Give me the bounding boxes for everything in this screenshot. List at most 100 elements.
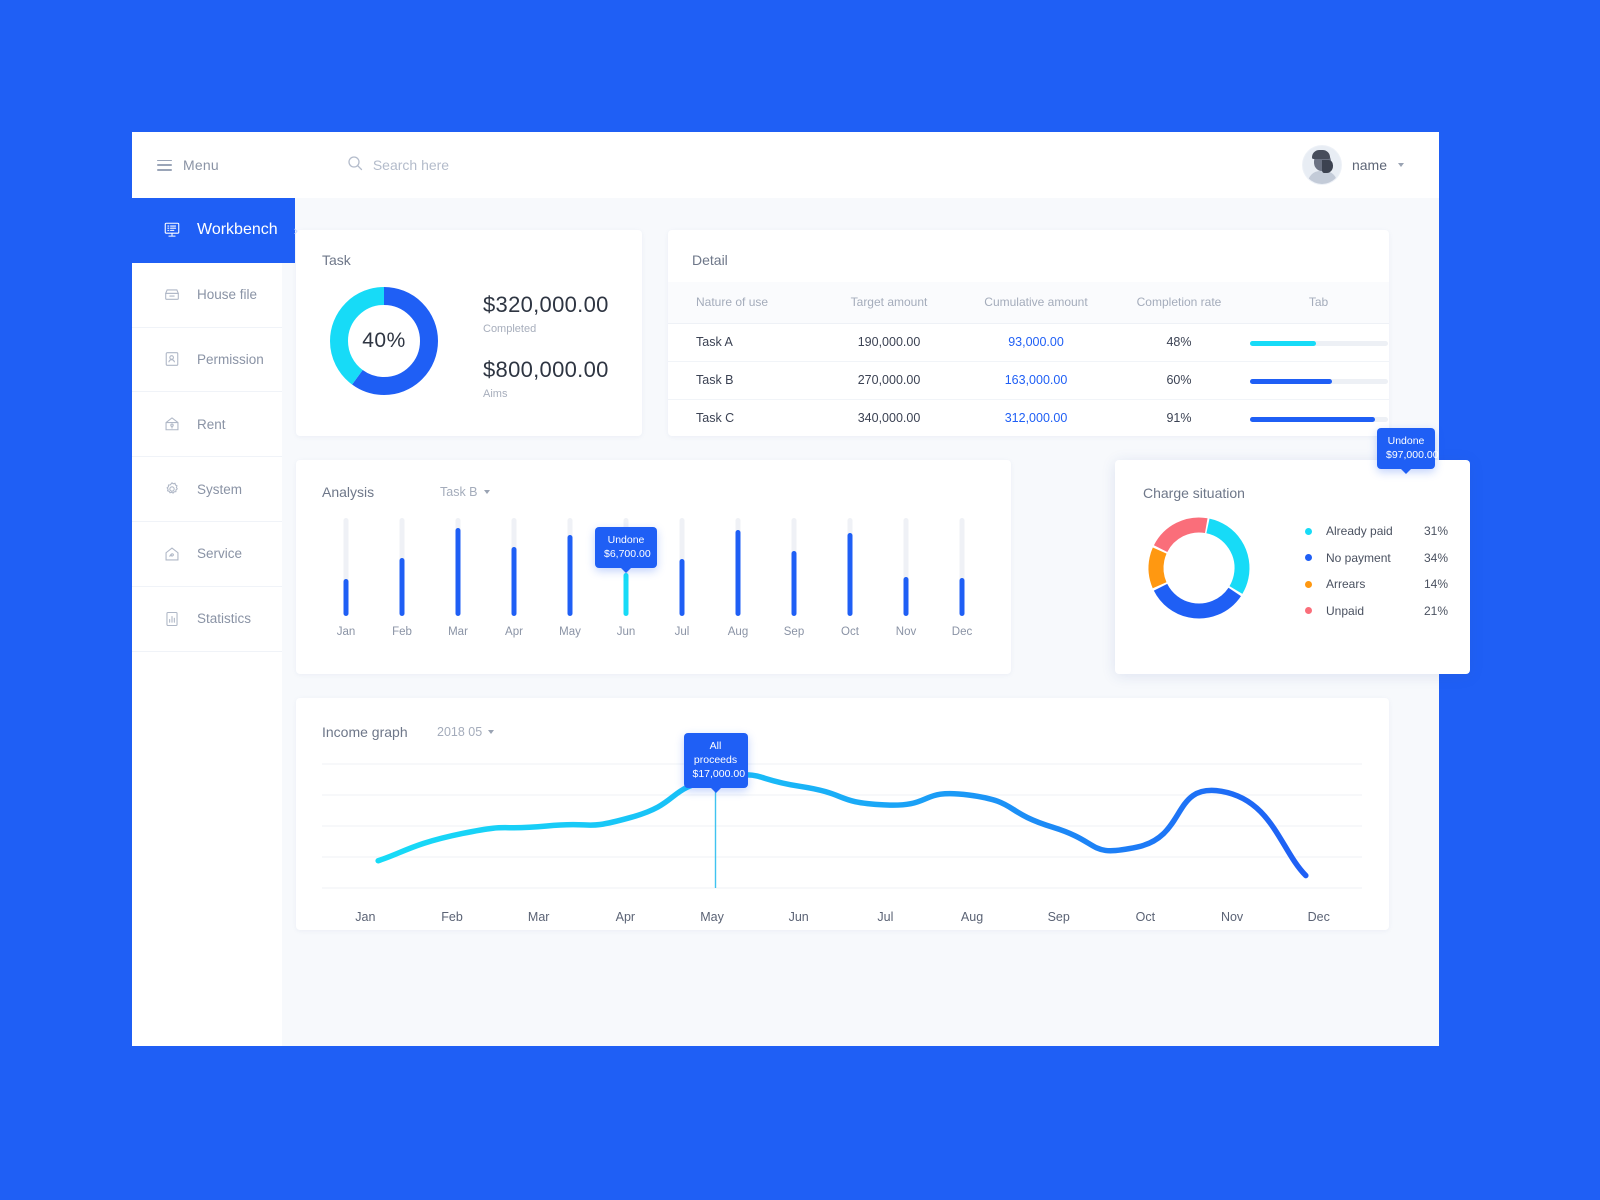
income-axis-label: Jul	[877, 910, 894, 924]
card-title: Analysis	[322, 484, 375, 500]
legend-color-dot	[1305, 580, 1312, 588]
menu-button[interactable]: Menu	[157, 157, 219, 173]
sidebar-item-label: Statistics	[197, 611, 252, 627]
tooltip-all-proceeds: All proceeds $17,000.00	[683, 732, 748, 789]
cell-completion-rate: 91%	[1166, 411, 1192, 426]
column-header-target: Target amount	[816, 282, 962, 324]
progress-bar	[1249, 417, 1388, 423]
search-input[interactable]	[372, 157, 613, 173]
bar-fill	[847, 532, 853, 616]
sidebar-item-rent[interactable]: Rent	[132, 392, 282, 458]
chevron-right-icon: ›	[293, 222, 298, 238]
column-header-tab: Tab	[1248, 282, 1389, 324]
legend-label: Unpaid	[1326, 603, 1365, 618]
bar-column[interactable]	[822, 518, 878, 616]
sidebar-item-permission[interactable]: Permission	[132, 328, 282, 393]
bar-column[interactable]	[934, 518, 990, 616]
chevron-down-icon	[483, 490, 490, 494]
hamburger-icon	[157, 159, 172, 171]
analysis-select-value: Task B	[440, 485, 478, 499]
stat-value: $320,000.00	[483, 292, 609, 317]
bar-column[interactable]	[486, 518, 542, 616]
legend-percent: 14%	[1424, 577, 1449, 592]
income-axis-label: Aug	[960, 910, 984, 924]
table-body: Task A 190,000.00 93,000.00 48% Task B 270,00…	[668, 323, 1389, 437]
bar-column[interactable]	[542, 518, 598, 616]
bar-fill	[735, 529, 741, 616]
cell-nature: Task B	[668, 361, 816, 400]
bar-column[interactable]	[430, 518, 486, 616]
column-header-nature: Nature of use	[668, 282, 816, 324]
cell-nature: Task A	[668, 323, 816, 362]
bar-axis-label: Sep	[783, 626, 805, 638]
legend-row[interactable]: Arrears 14%	[1305, 571, 1448, 598]
table-header-row: Nature of use Target amount Cumulative a…	[668, 282, 1389, 324]
sidebar-item-label: House file	[197, 287, 258, 303]
bar-column[interactable]	[374, 518, 430, 616]
income-axis-label: Feb	[441, 910, 463, 924]
user-name-label: name	[1351, 157, 1387, 173]
top-bar: Menu name	[132, 132, 1439, 198]
sidebar-item-service[interactable]: Service	[132, 522, 282, 587]
card-title: Task	[322, 252, 351, 268]
sidebar-item-label: Service	[197, 546, 243, 562]
income-x-axis-labels: Jan Feb Mar Apr May Jun Jul Aug Sep Oct Nov Dec	[322, 910, 1362, 924]
column-header-cumulative: Cumulative amount	[962, 282, 1110, 324]
bar-fill	[679, 559, 685, 616]
table-row[interactable]: Task A 190,000.00 93,000.00 48%	[668, 323, 1389, 362]
bar-axis-label: Oct	[841, 626, 859, 638]
legend-row[interactable]: Already paid 31%	[1305, 518, 1448, 545]
bar-column[interactable]	[766, 518, 822, 616]
income-chart-svg	[322, 763, 1362, 889]
cell-progress	[1248, 399, 1389, 437]
bar-axis-label: Aug	[727, 626, 749, 638]
sidebar-item-house-file[interactable]: House file	[132, 263, 282, 328]
income-axis-label: Nov	[1220, 910, 1244, 924]
bar-fill	[791, 551, 797, 616]
charge-donut-svg	[1148, 517, 1250, 619]
legend-color-dot	[1305, 554, 1312, 562]
sidebar-item-workbench[interactable]: Workbench ›	[132, 198, 298, 263]
legend-percent: 21%	[1424, 603, 1449, 618]
app-window: Menu name	[132, 132, 1470, 1046]
tooltip-undone-bar: Undone $6,700.00	[595, 526, 657, 569]
tooltip-value: $6,700.00	[604, 548, 651, 561]
bar-column[interactable]	[654, 518, 710, 616]
bar-column[interactable]	[710, 518, 766, 616]
table-row[interactable]: Task B 270,000.00 163,000.00 60%	[668, 361, 1389, 400]
bar-fill	[623, 572, 629, 616]
charge-situation-donut	[1145, 514, 1253, 622]
sidebar-item-label: System	[197, 481, 243, 497]
income-period-select[interactable]: 2018 05	[437, 725, 495, 739]
sidebar-item-statistics[interactable]: Statistics	[132, 587, 282, 652]
bar-axis-label: Jan	[336, 626, 356, 638]
task-card: Task 40% $320,000.00 Completed $800,000.…	[296, 230, 642, 436]
task-stat-aims: $800,000.00 Aims	[483, 357, 609, 400]
bar-column[interactable]	[318, 518, 374, 616]
user-menu[interactable]: name	[1302, 146, 1404, 184]
cell-target: 270,000.00	[816, 361, 962, 400]
task-completion-donut: 40%	[328, 285, 440, 397]
tooltip-title: Undone	[1387, 435, 1425, 447]
legend-row[interactable]: Unpaid 21%	[1305, 598, 1448, 625]
legend-label: Already paid	[1326, 524, 1393, 539]
task-stats: $320,000.00 Completed $800,000.00 Aims	[483, 292, 609, 400]
legend-row[interactable]: No payment 34%	[1305, 545, 1448, 572]
sidebar-item-system[interactable]: System	[132, 457, 282, 522]
search-icon	[347, 155, 363, 176]
cell-completion-rate: 60%	[1110, 361, 1248, 400]
tooltip-title: Undone	[607, 533, 645, 546]
search-box[interactable]	[347, 155, 613, 176]
menu-label: Menu	[183, 157, 219, 173]
bar-column[interactable]	[878, 518, 934, 616]
house-key-icon	[163, 415, 181, 433]
cell-cumulative: 163,000.00	[962, 361, 1110, 400]
analysis-task-select[interactable]: Task B	[440, 485, 490, 499]
legend-percent: 34%	[1424, 550, 1449, 565]
income-axis-label: Apr	[615, 910, 636, 924]
income-graph-card: Income graph 2018 05 Jan Feb Mar Apr May Jun J…	[296, 698, 1389, 930]
bar-axis-label: Feb	[392, 626, 412, 638]
bar-fill	[959, 577, 965, 616]
table-row[interactable]: Task C 340,000.00 312,000.00 91%	[668, 399, 1389, 437]
bar-axis-label: Mar	[448, 626, 468, 638]
